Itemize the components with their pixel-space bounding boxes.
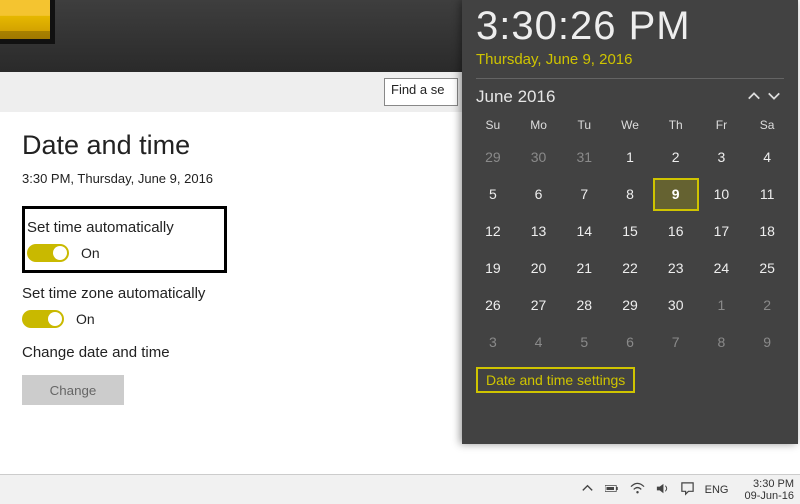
calendar-day[interactable]: 1 xyxy=(607,141,653,174)
action-center-icon[interactable] xyxy=(680,481,695,499)
calendar-day[interactable]: 21 xyxy=(561,252,607,285)
calendar-day[interactable]: 1 xyxy=(699,289,745,322)
chevron-up-icon xyxy=(580,481,595,496)
calendar-day[interactable]: 17 xyxy=(699,215,745,248)
calendar-day[interactable]: 29 xyxy=(470,141,516,174)
prev-month-button[interactable] xyxy=(744,86,764,106)
flyout-clock-date: Thursday, June 9, 2016 xyxy=(462,51,798,68)
hero-image-fragment xyxy=(0,0,55,44)
calendar-dow-header: Su xyxy=(470,113,516,137)
current-datetime-label: 3:30 PM, Thursday, June 9, 2016 xyxy=(22,171,452,186)
calendar-day[interactable]: 15 xyxy=(607,215,653,248)
calendar-day[interactable]: 30 xyxy=(516,141,562,174)
set-tz-auto-toggle[interactable] xyxy=(22,310,64,328)
calendar-day[interactable]: 24 xyxy=(699,252,745,285)
taskbar-clock-date: 09-Jun-16 xyxy=(744,490,794,502)
calendar-day[interactable]: 13 xyxy=(516,215,562,248)
calendar-day[interactable]: 4 xyxy=(744,141,790,174)
calendar-day[interactable]: 10 xyxy=(699,178,745,211)
calendar-month-label[interactable]: June 2016 xyxy=(476,87,744,107)
clock-calendar-flyout: 3:30:26 PM Thursday, June 9, 2016 June 2… xyxy=(462,0,798,444)
calendar-day[interactable]: 29 xyxy=(607,289,653,322)
change-button[interactable]: Change xyxy=(22,375,124,405)
volume-icon[interactable] xyxy=(655,481,670,499)
flyout-divider xyxy=(476,78,784,79)
calendar-day[interactable]: 19 xyxy=(470,252,516,285)
calendar-dow-header: Fr xyxy=(699,113,745,137)
battery-icon[interactable] xyxy=(605,481,620,499)
calendar-day[interactable]: 2 xyxy=(744,289,790,322)
calendar-day[interactable]: 22 xyxy=(607,252,653,285)
calendar-day[interactable]: 4 xyxy=(516,326,562,359)
calendar-dow-header: We xyxy=(607,113,653,137)
calendar-day[interactable]: 23 xyxy=(653,252,699,285)
settings-content: Date and time 3:30 PM, Thursday, June 9,… xyxy=(22,130,452,405)
settings-header-hero xyxy=(0,0,462,72)
calendar-day[interactable]: 18 xyxy=(744,215,790,248)
calendar-day[interactable]: 27 xyxy=(516,289,562,322)
set-tz-auto-label: Set time zone automatically xyxy=(22,285,452,302)
calendar-grid: SuMoTuWeThFrSa29303112345678910111213141… xyxy=(462,107,798,359)
calendar-day[interactable]: 2 xyxy=(653,141,699,174)
calendar-day[interactable]: 26 xyxy=(470,289,516,322)
set-tz-auto-state: On xyxy=(76,311,95,327)
calendar-day[interactable]: 6 xyxy=(516,178,562,211)
calendar-dow-header: Sa xyxy=(744,113,790,137)
taskbar-clock-time: 3:30 PM xyxy=(753,478,794,490)
page-title: Date and time xyxy=(22,130,452,161)
calendar-day[interactable]: 25 xyxy=(744,252,790,285)
calendar-day[interactable]: 28 xyxy=(561,289,607,322)
next-month-button[interactable] xyxy=(764,86,784,106)
change-dt-label: Change date and time xyxy=(22,344,452,361)
wifi-icon[interactable] xyxy=(630,481,645,499)
calendar-day[interactable]: 7 xyxy=(561,178,607,211)
calendar-dow-header: Th xyxy=(653,113,699,137)
calendar-day[interactable]: 8 xyxy=(699,326,745,359)
calendar-day[interactable]: 3 xyxy=(699,141,745,174)
calendar-day[interactable]: 3 xyxy=(470,326,516,359)
system-tray: ENG 3:30 PM 09-Jun-16 xyxy=(580,478,794,502)
calendar-day[interactable]: 8 xyxy=(607,178,653,211)
calendar-day[interactable]: 20 xyxy=(516,252,562,285)
date-time-settings-link[interactable]: Date and time settings xyxy=(476,367,635,393)
calendar-day[interactable]: 6 xyxy=(607,326,653,359)
calendar-day[interactable]: 5 xyxy=(470,178,516,211)
tray-overflow-icon[interactable] xyxy=(580,481,595,499)
calendar-dow-header: Tu xyxy=(561,113,607,137)
settings-search-bar: Find a se xyxy=(0,72,462,112)
calendar-day[interactable]: 31 xyxy=(561,141,607,174)
set-time-auto-label: Set time automatically xyxy=(27,219,216,236)
chevron-down-icon xyxy=(767,89,781,103)
chevron-up-icon xyxy=(747,89,761,103)
search-input[interactable]: Find a se xyxy=(384,78,458,106)
taskbar-clock[interactable]: 3:30 PM 09-Jun-16 xyxy=(744,478,794,502)
calendar-day-today[interactable]: 9 xyxy=(653,178,699,211)
calendar-day[interactable]: 30 xyxy=(653,289,699,322)
calendar-day[interactable]: 9 xyxy=(744,326,790,359)
calendar-day[interactable]: 12 xyxy=(470,215,516,248)
calendar-day[interactable]: 14 xyxy=(561,215,607,248)
highlight-set-time-auto: Set time automatically On xyxy=(22,206,227,273)
calendar-day[interactable]: 16 xyxy=(653,215,699,248)
calendar-dow-header: Mo xyxy=(516,113,562,137)
taskbar: ENG 3:30 PM 09-Jun-16 xyxy=(0,474,800,504)
set-time-auto-state: On xyxy=(81,245,100,261)
calendar-day[interactable]: 5 xyxy=(561,326,607,359)
calendar-day[interactable]: 7 xyxy=(653,326,699,359)
flyout-clock-time: 3:30:26 PM xyxy=(462,4,798,49)
language-indicator[interactable]: ENG xyxy=(705,484,729,496)
calendar-day[interactable]: 11 xyxy=(744,178,790,211)
set-time-auto-toggle[interactable] xyxy=(27,244,69,262)
settings-pane: Find a se Date and time 3:30 PM, Thursda… xyxy=(0,0,462,474)
